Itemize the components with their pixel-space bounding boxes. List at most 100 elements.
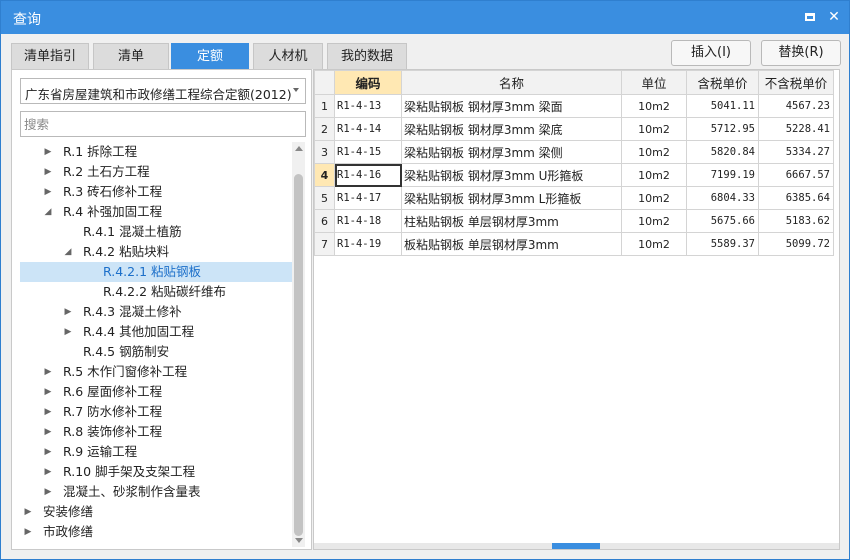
cell-name[interactable]: 柱粘贴钢板 单层钢材厚3mm — [401, 209, 622, 233]
tree-item[interactable]: ▶ R.9 运输工程 — [20, 442, 292, 462]
table-hscrollbar[interactable] — [314, 543, 839, 549]
tab-labor-material-machine[interactable]: 人材机 — [253, 43, 323, 69]
cell-name[interactable]: 梁粘贴钢板 钢材厚3mm 梁底 — [401, 117, 622, 141]
cell-code[interactable]: R1-4-17 — [334, 186, 402, 210]
cell-unit[interactable]: 10m2 — [621, 186, 687, 210]
cell-code[interactable]: R1-4-15 — [334, 140, 402, 164]
tree-item[interactable]: ▶ 市政修缮 — [20, 522, 292, 542]
expand-icon[interactable]: ▶ — [42, 462, 54, 482]
cell-unit[interactable]: 10m2 — [621, 163, 687, 187]
cell-name[interactable]: 板粘贴钢板 单层钢材厚3mm — [401, 232, 622, 256]
cell-code[interactable]: R1-4-13 — [334, 94, 402, 118]
cell-price-without-tax[interactable]: 5334.27 — [758, 140, 834, 164]
expand-icon[interactable]: ▶ — [62, 322, 74, 342]
col-header-code[interactable]: 编码 — [334, 70, 402, 95]
table-row[interactable]: 3 R1-4-15 梁粘贴钢板 钢材厚3mm 梁侧 10m2 5820.84 5… — [314, 140, 834, 164]
tree-item[interactable]: ▶ R.4.4 其他加固工程 — [20, 322, 292, 342]
tab-my-data[interactable]: 我的数据 — [327, 43, 407, 69]
cell-price-with-tax[interactable]: 5589.37 — [686, 232, 759, 256]
expand-icon[interactable]: ▶ — [42, 402, 54, 422]
quota-library-select[interactable]: 广东省房屋建筑和市政修缮工程综合定额(2012) — [20, 78, 306, 104]
col-header-name[interactable]: 名称 — [401, 70, 622, 95]
tree-item[interactable]: R.4.1 混凝土植筋 — [20, 222, 292, 242]
scrollbar-thumb[interactable] — [294, 174, 303, 536]
expand-icon[interactable]: ▶ — [22, 522, 34, 542]
cell-price-without-tax[interactable]: 4567.23 — [758, 94, 834, 118]
col-header-price-without-tax[interactable]: 不含税单价 — [758, 70, 834, 95]
table-row[interactable]: 5 R1-4-17 梁粘贴钢板 钢材厚3mm L形箍板 10m2 6804.33… — [314, 186, 834, 210]
cell-unit[interactable]: 10m2 — [621, 140, 687, 164]
search-input[interactable] — [20, 111, 306, 137]
tree-item[interactable]: ▶ R.4.3 混凝土修补 — [20, 302, 292, 322]
expand-icon[interactable]: ▶ — [22, 502, 34, 522]
cell-price-without-tax[interactable]: 5228.41 — [758, 117, 834, 141]
cell-price-with-tax[interactable]: 5675.66 — [686, 209, 759, 233]
expand-icon[interactable]: ▶ — [42, 422, 54, 442]
cell-unit[interactable]: 10m2 — [621, 117, 687, 141]
restore-icon[interactable] — [800, 7, 820, 27]
cell-price-without-tax[interactable]: 5099.72 — [758, 232, 834, 256]
replace-button[interactable]: 替换(R) — [761, 40, 841, 66]
tab-quota[interactable]: 定额 — [171, 43, 249, 69]
tree-item[interactable]: ▶ R.10 脚手架及支架工程 — [20, 462, 292, 482]
expand-icon[interactable]: ▶ — [42, 162, 54, 182]
expand-icon[interactable]: ▶ — [42, 142, 54, 162]
cell-price-with-tax[interactable]: 5820.84 — [686, 140, 759, 164]
tree-item[interactable]: ▶ R.6 屋面修补工程 — [20, 382, 292, 402]
cell-unit[interactable]: 10m2 — [621, 232, 687, 256]
tree-item[interactable]: ▶ R.8 装饰修补工程 — [20, 422, 292, 442]
expand-icon[interactable]: ▶ — [62, 302, 74, 322]
cell-code[interactable]: R1-4-14 — [334, 117, 402, 141]
tab-list[interactable]: 清单 — [93, 43, 169, 69]
table-row[interactable]: 6 R1-4-18 柱粘贴钢板 单层钢材厚3mm 10m2 5675.66 51… — [314, 209, 834, 233]
col-header-price-with-tax[interactable]: 含税单价 — [686, 70, 759, 95]
expand-icon[interactable]: ▶ — [42, 442, 54, 462]
tree-item[interactable]: ▶ R.7 防水修补工程 — [20, 402, 292, 422]
table-row[interactable]: 7 R1-4-19 板粘贴钢板 单层钢材厚3mm 10m2 5589.37 50… — [314, 232, 834, 256]
tree-item[interactable]: ▶ R.3 砖石修补工程 — [20, 182, 292, 202]
insert-button[interactable]: 插入(I) — [671, 40, 751, 66]
cell-name[interactable]: 梁粘贴钢板 钢材厚3mm L形箍板 — [401, 186, 622, 210]
tree-item[interactable]: ▶ R.2 土石方工程 — [20, 162, 292, 182]
tree-item[interactable]: R.4.2.2 粘贴碳纤维布 — [20, 282, 292, 302]
cell-unit[interactable]: 10m2 — [621, 94, 687, 118]
tree-item[interactable]: ▶ R.5 木作门窗修补工程 — [20, 362, 292, 382]
tree-item-selected[interactable]: R.4.2.1 粘贴钢板 — [20, 262, 292, 282]
close-icon[interactable]: ✕ — [824, 7, 844, 27]
cell-unit[interactable]: 10m2 — [621, 209, 687, 233]
scroll-down-icon[interactable] — [295, 538, 303, 543]
tree-item[interactable]: ▶ 混凝土、砂浆制作含量表 — [20, 482, 292, 502]
collapse-icon[interactable]: ◢ — [62, 242, 74, 262]
tree-item[interactable]: ▶ 安装修缮 — [20, 502, 292, 522]
expand-icon[interactable]: ▶ — [42, 482, 54, 502]
cell-price-with-tax[interactable]: 7199.19 — [686, 163, 759, 187]
tree-item[interactable]: ▶ R.1 拆除工程 — [20, 142, 292, 162]
cell-price-without-tax[interactable]: 5183.62 — [758, 209, 834, 233]
table-row[interactable]: 2 R1-4-14 梁粘贴钢板 钢材厚3mm 梁底 10m2 5712.95 5… — [314, 117, 834, 141]
tree-item[interactable]: R.4.5 钢筋制安 — [20, 342, 292, 362]
tree-item[interactable]: ◢ R.4 补强加固工程 — [20, 202, 292, 222]
cell-code-selected[interactable]: R1-4-16 — [334, 163, 402, 187]
expand-icon[interactable]: ▶ — [42, 362, 54, 382]
tree-scrollbar[interactable] — [292, 142, 305, 547]
tree-item[interactable]: ◢ R.4.2 粘贴块料 — [20, 242, 292, 262]
col-header-unit[interactable]: 单位 — [621, 70, 687, 95]
scroll-up-icon[interactable] — [295, 146, 303, 151]
cell-price-without-tax[interactable]: 6385.64 — [758, 186, 834, 210]
cell-price-with-tax[interactable]: 5712.95 — [686, 117, 759, 141]
cell-price-without-tax[interactable]: 6667.57 — [758, 163, 834, 187]
splitter-grip[interactable] — [552, 543, 600, 549]
cell-price-with-tax[interactable]: 5041.11 — [686, 94, 759, 118]
cell-name[interactable]: 梁粘贴钢板 钢材厚3mm 梁侧 — [401, 140, 622, 164]
expand-icon[interactable]: ▶ — [42, 182, 54, 202]
collapse-icon[interactable]: ◢ — [42, 202, 54, 222]
cell-name[interactable]: 梁粘贴钢板 钢材厚3mm 梁面 — [401, 94, 622, 118]
cell-code[interactable]: R1-4-18 — [334, 209, 402, 233]
table-row-current[interactable]: 4 R1-4-16 梁粘贴钢板 钢材厚3mm U形箍板 10m2 7199.19… — [314, 163, 834, 187]
cell-price-with-tax[interactable]: 6804.33 — [686, 186, 759, 210]
tab-list-guide[interactable]: 清单指引 — [11, 43, 89, 69]
cell-code[interactable]: R1-4-19 — [334, 232, 402, 256]
cell-name[interactable]: 梁粘贴钢板 钢材厚3mm U形箍板 — [401, 163, 622, 187]
expand-icon[interactable]: ▶ — [42, 382, 54, 402]
table-row[interactable]: 1 R1-4-13 梁粘贴钢板 钢材厚3mm 梁面 10m2 5041.11 4… — [314, 94, 834, 118]
